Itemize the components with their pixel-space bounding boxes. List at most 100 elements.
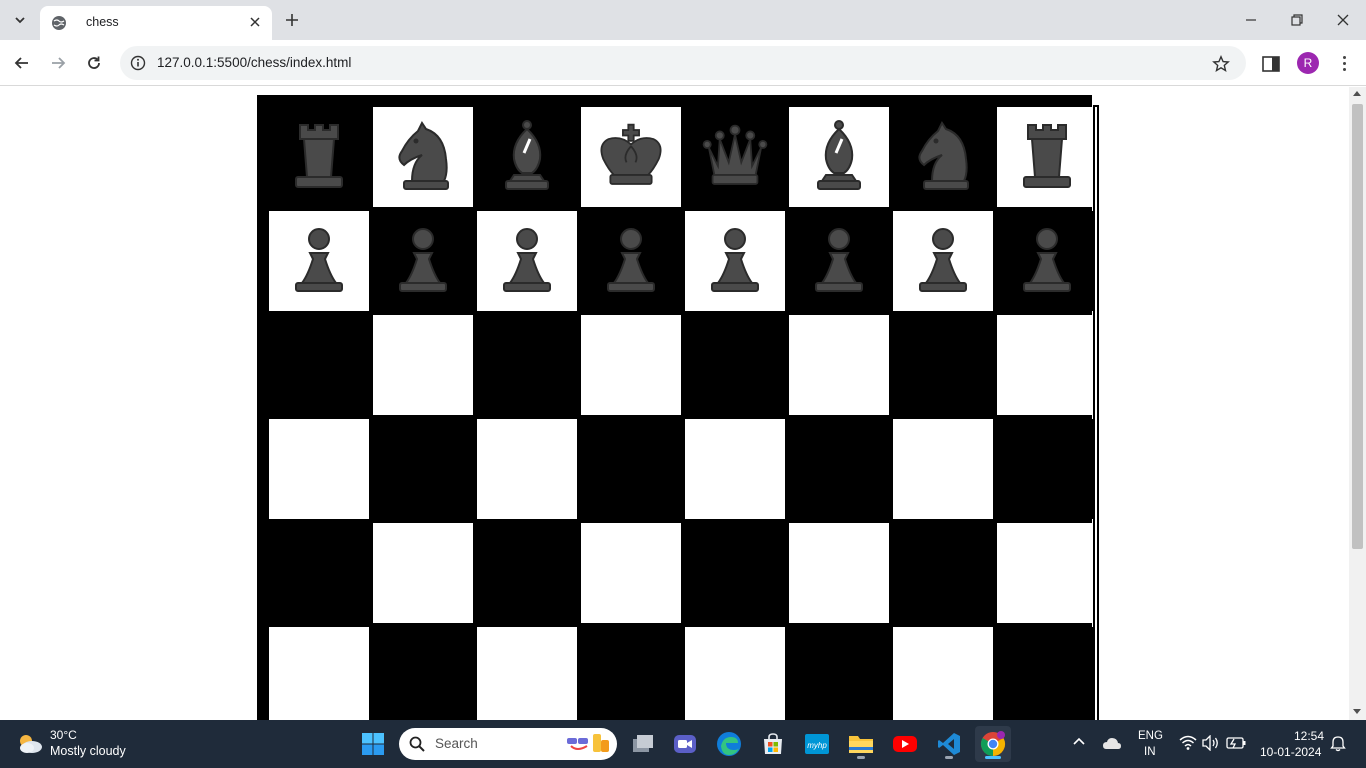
taskbar-search-box[interactable]: Search [399,728,617,760]
board-square[interactable] [789,315,889,415]
knight-icon[interactable] [908,119,978,195]
board-square[interactable] [581,107,681,207]
volume-tray[interactable] [1202,735,1220,751]
notifications-button[interactable] [1330,734,1346,752]
tab-search-button[interactable] [6,6,34,34]
new-tab-button[interactable] [280,8,304,32]
pawn-icon[interactable] [388,223,458,299]
board-square[interactable] [893,523,993,623]
board-square[interactable] [789,107,889,207]
king-icon[interactable] [596,119,666,195]
pawn-icon[interactable] [492,223,562,299]
board-square[interactable] [477,315,577,415]
taskbar-youtube[interactable] [887,726,923,762]
weather-description[interactable]: Mostly cloudy [50,744,126,758]
board-square[interactable] [477,211,577,311]
board-square[interactable] [373,523,473,623]
board-square[interactable] [581,315,681,415]
board-square[interactable] [685,627,785,720]
board-square[interactable] [685,107,785,207]
board-square[interactable] [373,627,473,720]
close-window-button[interactable] [1320,0,1366,40]
board-square[interactable] [581,211,681,311]
taskbar-myhp[interactable]: myhp [799,726,835,762]
board-square[interactable] [685,315,785,415]
board-square[interactable] [789,627,889,720]
weather-cloud-icon[interactable] [16,732,44,756]
board-square[interactable] [373,315,473,415]
board-square[interactable] [997,523,1097,623]
board-square[interactable] [893,315,993,415]
region-indicator[interactable]: IN [1144,746,1156,758]
board-square[interactable] [789,211,889,311]
board-square[interactable] [893,211,993,311]
board-square[interactable] [269,627,369,720]
profile-avatar[interactable]: R [1297,52,1319,74]
network-tray[interactable] [1179,735,1197,751]
back-button[interactable] [8,49,36,77]
board-square[interactable] [997,315,1097,415]
scroll-down-icon[interactable] [1353,709,1361,714]
board-square[interactable] [477,523,577,623]
battery-tray[interactable] [1226,736,1246,750]
taskbar-chrome[interactable] [975,726,1011,762]
pawn-icon[interactable] [596,223,666,299]
board-square[interactable] [269,211,369,311]
address-bar[interactable]: 127.0.0.1:5500/chess/index.html [120,46,1246,80]
more-menu-icon[interactable] [1334,51,1354,75]
vertical-scrollbar[interactable] [1349,87,1366,720]
board-square[interactable] [269,523,369,623]
reload-button[interactable] [80,49,108,77]
language-indicator[interactable]: ENG [1138,730,1163,742]
board-square[interactable] [373,107,473,207]
board-square[interactable] [997,211,1097,311]
browser-tab[interactable]: chess [40,6,272,40]
taskbar-file-explorer[interactable] [843,726,879,762]
board-square[interactable] [685,419,785,519]
board-square[interactable] [269,419,369,519]
board-square[interactable] [997,107,1097,207]
pawn-icon[interactable] [804,223,874,299]
board-square[interactable] [373,211,473,311]
board-square[interactable] [893,419,993,519]
site-info-icon[interactable] [128,53,148,73]
board-square[interactable] [269,107,369,207]
board-square[interactable] [685,211,785,311]
scroll-up-icon[interactable] [1353,91,1361,96]
taskbar-vscode[interactable] [931,726,967,762]
taskbar-zoom[interactable] [667,726,703,762]
start-button[interactable] [355,726,391,762]
close-tab-icon[interactable] [246,13,264,31]
url-text[interactable]: 127.0.0.1:5500/chess/index.html [157,55,351,70]
board-square[interactable] [373,419,473,519]
board-square[interactable] [581,523,681,623]
board-square[interactable] [685,523,785,623]
pawn-icon[interactable] [284,223,354,299]
minimize-button[interactable] [1228,0,1274,40]
taskbar-store[interactable] [755,726,791,762]
board-square[interactable] [269,315,369,415]
bishop-icon[interactable] [804,119,874,195]
board-square[interactable] [581,627,681,720]
rook-icon[interactable] [284,119,354,195]
board-square[interactable] [477,107,577,207]
board-square[interactable] [997,419,1097,519]
board-square[interactable] [477,419,577,519]
board-square[interactable] [893,627,993,720]
weather-temperature[interactable]: 30°C [50,728,77,742]
board-square[interactable] [789,523,889,623]
board-square[interactable] [997,627,1097,720]
restore-button[interactable] [1274,0,1320,40]
board-square[interactable] [581,419,681,519]
board-square[interactable] [789,419,889,519]
rook-icon[interactable] [1012,119,1082,195]
bookmark-star-icon[interactable] [1210,53,1232,75]
taskbar-edge[interactable] [711,726,747,762]
pawn-icon[interactable] [908,223,978,299]
scroll-thumb[interactable] [1352,104,1363,549]
side-panel-icon[interactable] [1261,54,1281,74]
onedrive-tray[interactable] [1102,736,1122,750]
bishop-icon[interactable] [492,119,562,195]
board-square[interactable] [477,627,577,720]
queen-icon[interactable] [700,119,770,195]
